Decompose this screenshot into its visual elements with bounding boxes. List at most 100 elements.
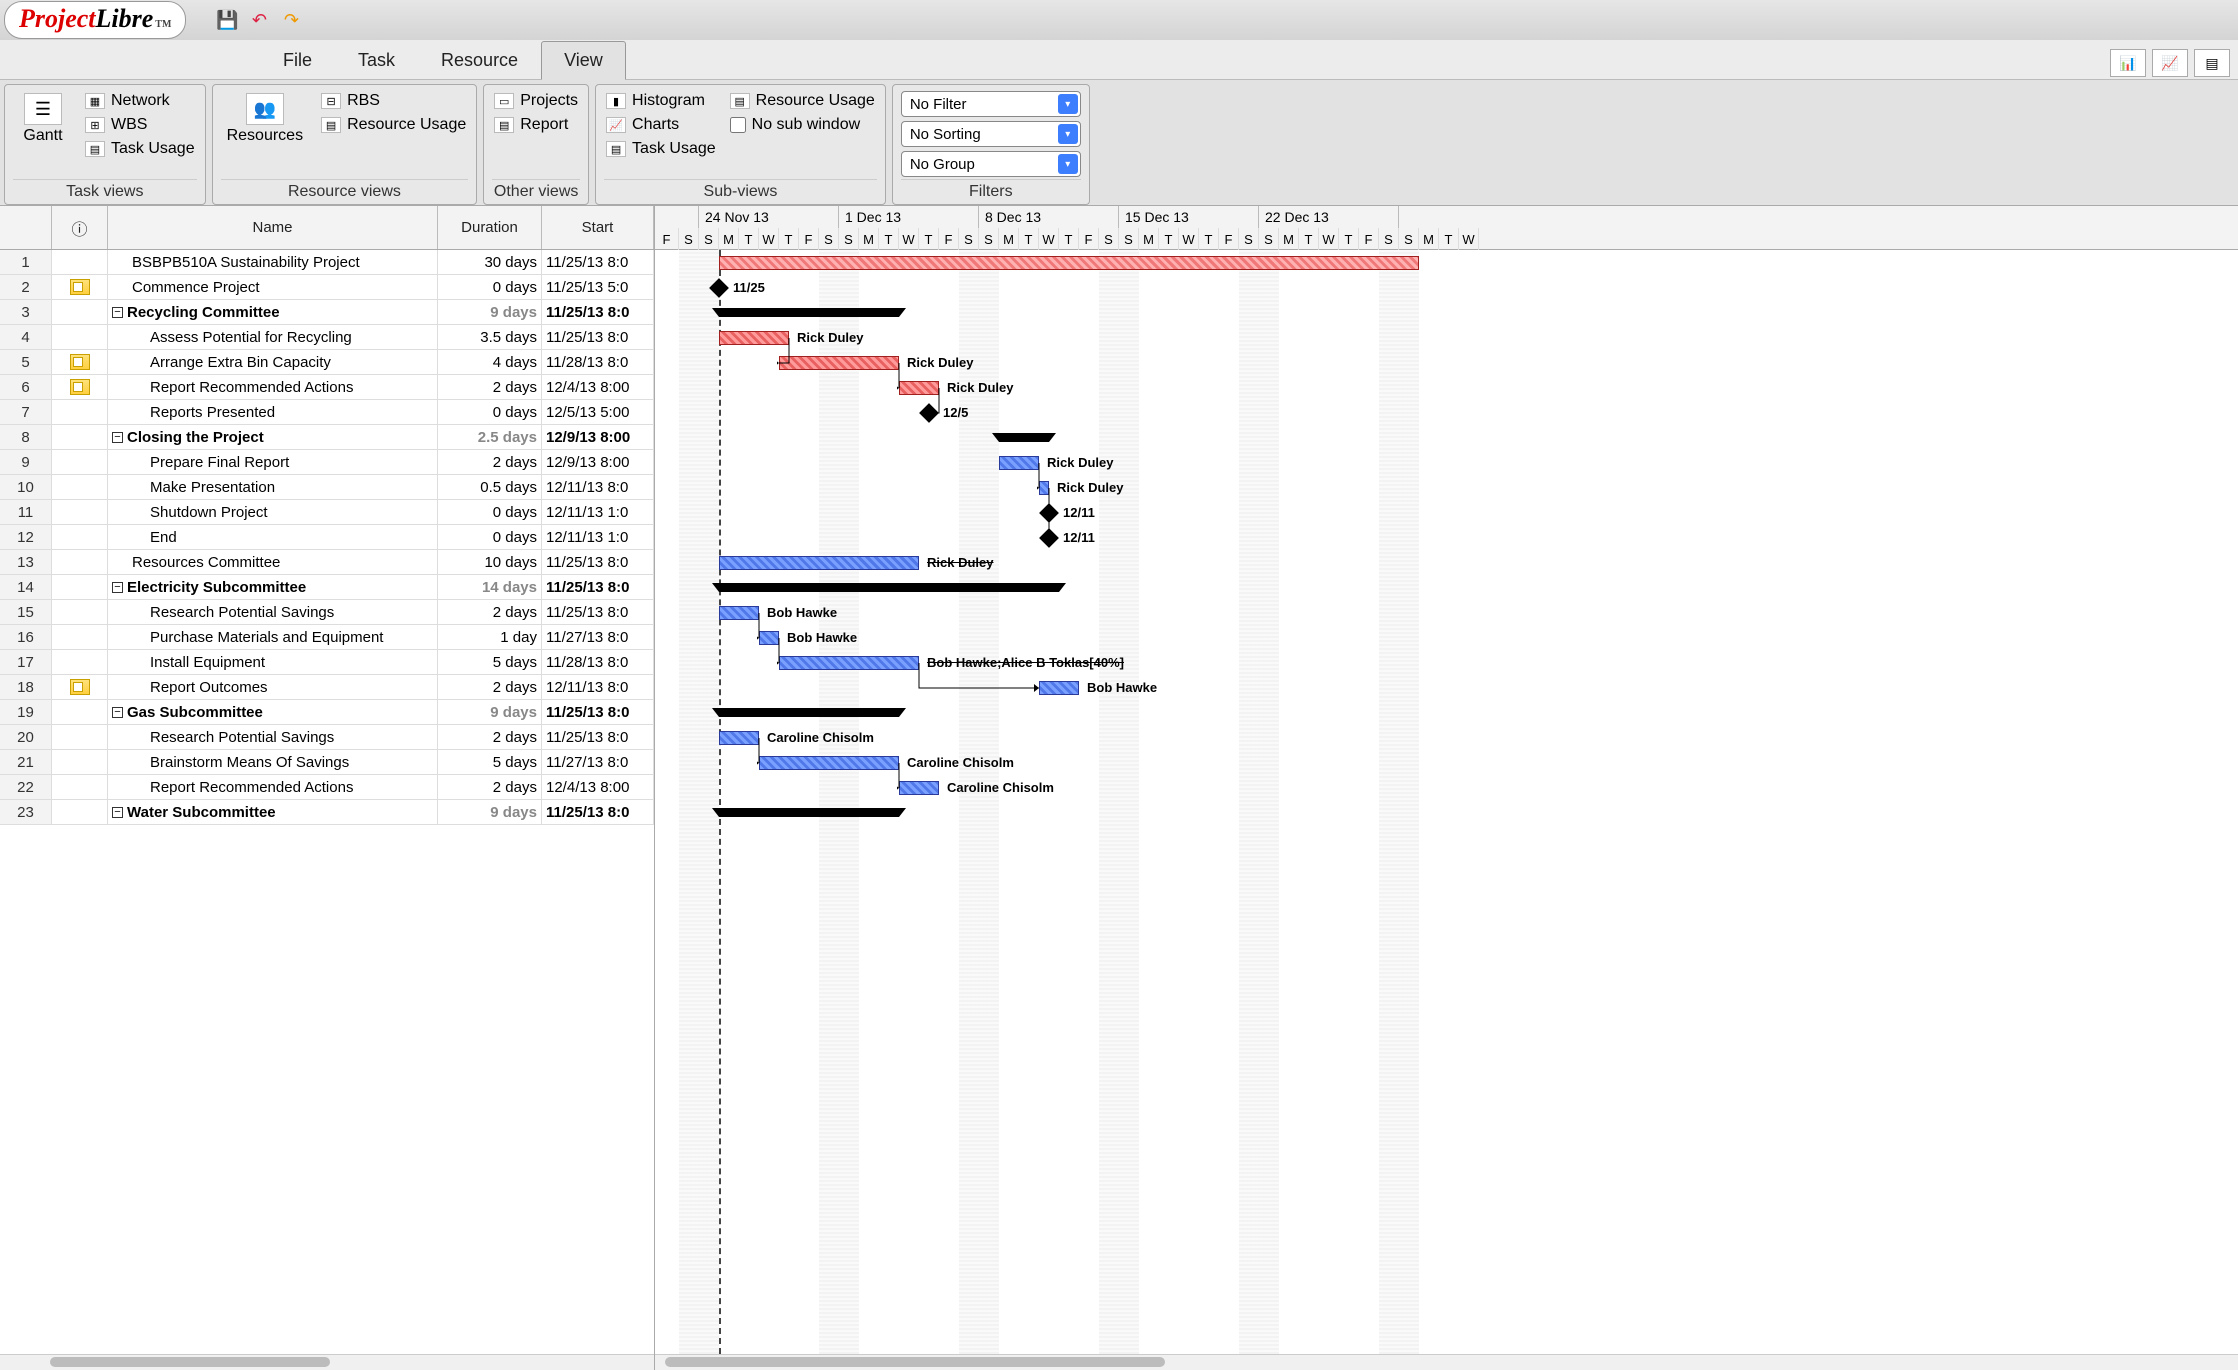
- cell-duration[interactable]: 2 days: [438, 675, 542, 699]
- cell-name[interactable]: −Gas Subcommittee: [108, 700, 438, 724]
- cell-duration[interactable]: 2 days: [438, 375, 542, 399]
- undo-icon[interactable]: ↶: [248, 9, 270, 31]
- outline-collapse-icon[interactable]: −: [112, 707, 123, 718]
- tab-task[interactable]: Task: [335, 41, 418, 80]
- outline-collapse-icon[interactable]: −: [112, 582, 123, 593]
- cell-start[interactable]: 11/25/13 8:0: [542, 700, 654, 724]
- gantt-milestone[interactable]: [1039, 528, 1059, 548]
- cell-duration[interactable]: 0 days: [438, 500, 542, 524]
- cell-start[interactable]: 11/25/13 8:0: [542, 250, 654, 274]
- row-number[interactable]: 2: [0, 275, 52, 299]
- table-row[interactable]: 13Resources Committee10 days11/25/13 8:0: [0, 550, 654, 575]
- cell-duration[interactable]: 0 days: [438, 525, 542, 549]
- cell-duration[interactable]: 2.5 days: [438, 425, 542, 449]
- report-button[interactable]: ▤Report: [492, 115, 580, 135]
- cell-name[interactable]: Purchase Materials and Equipment: [108, 625, 438, 649]
- gantt-chart[interactable]: 11/25Rick DuleyRick DuleyRick Duley12/5R…: [655, 250, 2238, 1354]
- cell-name[interactable]: −Water Subcommittee: [108, 800, 438, 824]
- cell-duration[interactable]: 0.5 days: [438, 475, 542, 499]
- gantt-h-scrollbar[interactable]: [655, 1354, 2238, 1370]
- table-row[interactable]: 2 Commence Project0 days11/25/13 5:0: [0, 275, 654, 300]
- cell-start[interactable]: 11/25/13 8:0: [542, 575, 654, 599]
- cell-duration[interactable]: 10 days: [438, 550, 542, 574]
- tab-file[interactable]: File: [260, 41, 335, 80]
- chart-people-icon[interactable]: 📊: [2110, 49, 2146, 77]
- cell-duration[interactable]: 30 days: [438, 250, 542, 274]
- row-number[interactable]: 12: [0, 525, 52, 549]
- cell-name[interactable]: Arrange Extra Bin Capacity: [108, 350, 438, 374]
- cell-duration[interactable]: 9 days: [438, 700, 542, 724]
- row-number[interactable]: 17: [0, 650, 52, 674]
- gantt-task-bar[interactable]: [899, 781, 939, 795]
- table-row[interactable]: 18Report Outcomes2 days12/11/13 8:0: [0, 675, 654, 700]
- cell-name[interactable]: BSBPB510A Sustainability Project: [108, 250, 438, 274]
- cell-start[interactable]: 12/9/13 8:00: [542, 450, 654, 474]
- row-number[interactable]: 16: [0, 625, 52, 649]
- gantt-task-bar[interactable]: [719, 731, 759, 745]
- gantt-summary-bar[interactable]: [719, 308, 899, 317]
- table-row[interactable]: 23−Water Subcommittee9 days11/25/13 8:0: [0, 800, 654, 825]
- cell-duration[interactable]: 2 days: [438, 725, 542, 749]
- gantt-milestone[interactable]: [1039, 503, 1059, 523]
- cell-duration[interactable]: 3.5 days: [438, 325, 542, 349]
- subview-resource-usage-button[interactable]: ▤Resource Usage: [728, 91, 877, 111]
- row-number[interactable]: 10: [0, 475, 52, 499]
- table-row[interactable]: 6 Report Recommended Actions2 days12/4/13…: [0, 375, 654, 400]
- cell-start[interactable]: 11/28/13 8:0: [542, 650, 654, 674]
- cell-duration[interactable]: 1 day: [438, 625, 542, 649]
- histogram-button[interactable]: ▮Histogram: [604, 91, 718, 111]
- gantt-summary-bar[interactable]: [719, 583, 1059, 592]
- row-number[interactable]: 20: [0, 725, 52, 749]
- subview-task-usage-button[interactable]: ▤Task Usage: [604, 139, 718, 159]
- table-row[interactable]: 21Brainstorm Means Of Savings5 days11/27…: [0, 750, 654, 775]
- cell-duration[interactable]: 14 days: [438, 575, 542, 599]
- row-number[interactable]: 6: [0, 375, 52, 399]
- table-row[interactable]: 14−Electricity Subcommittee14 days11/25/…: [0, 575, 654, 600]
- cell-start[interactable]: 11/25/13 8:0: [542, 800, 654, 824]
- task-usage-button[interactable]: ▤Task Usage: [83, 139, 197, 159]
- gantt-task-bar[interactable]: [759, 756, 899, 770]
- cell-name[interactable]: Install Equipment: [108, 650, 438, 674]
- cell-start[interactable]: 11/25/13 8:0: [542, 550, 654, 574]
- row-number[interactable]: 15: [0, 600, 52, 624]
- table-row[interactable]: 20Research Potential Savings2 days11/25/…: [0, 725, 654, 750]
- gantt-milestone[interactable]: [919, 403, 939, 423]
- cell-name[interactable]: Commence Project: [108, 275, 438, 299]
- cell-duration[interactable]: 0 days: [438, 275, 542, 299]
- row-number[interactable]: 11: [0, 500, 52, 524]
- usage-table-icon[interactable]: ▤: [2194, 49, 2230, 77]
- cell-start[interactable]: 12/11/13 8:0: [542, 675, 654, 699]
- filter-combo[interactable]: No Filter▾: [901, 91, 1081, 117]
- resources-button[interactable]: 👥 Resources: [221, 89, 309, 149]
- cell-start[interactable]: 11/25/13 8:0: [542, 325, 654, 349]
- outline-collapse-icon[interactable]: −: [112, 807, 123, 818]
- cell-name[interactable]: −Electricity Subcommittee: [108, 575, 438, 599]
- wbs-button[interactable]: ⊞WBS: [83, 115, 197, 135]
- col-header-row-num[interactable]: [0, 206, 52, 249]
- gantt-task-bar[interactable]: [1039, 481, 1049, 495]
- cell-duration[interactable]: 5 days: [438, 650, 542, 674]
- col-header-indicator[interactable]: ⓘ: [52, 206, 108, 249]
- sort-combo[interactable]: No Sorting▾: [901, 121, 1081, 147]
- gantt-task-bar[interactable]: [719, 331, 789, 345]
- cell-duration[interactable]: 9 days: [438, 300, 542, 324]
- table-row[interactable]: 16Purchase Materials and Equipment1 day1…: [0, 625, 654, 650]
- cell-start[interactable]: 11/25/13 5:0: [542, 275, 654, 299]
- cell-name[interactable]: Make Presentation: [108, 475, 438, 499]
- projects-button[interactable]: ▭Projects: [492, 91, 580, 111]
- cell-start[interactable]: 12/11/13 1:0: [542, 500, 654, 524]
- cell-name[interactable]: Report Recommended Actions: [108, 375, 438, 399]
- gantt-task-bar[interactable]: [1039, 681, 1079, 695]
- row-number[interactable]: 21: [0, 750, 52, 774]
- cell-name[interactable]: −Recycling Committee: [108, 300, 438, 324]
- row-number[interactable]: 8: [0, 425, 52, 449]
- cell-name[interactable]: Report Outcomes: [108, 675, 438, 699]
- charts-button[interactable]: 📈Charts: [604, 115, 718, 135]
- col-header-duration[interactable]: Duration: [438, 206, 542, 249]
- table-row[interactable]: 15Research Potential Savings2 days11/25/…: [0, 600, 654, 625]
- gantt-summary-bar[interactable]: [999, 433, 1049, 442]
- cell-name[interactable]: −Closing the Project: [108, 425, 438, 449]
- row-number[interactable]: 4: [0, 325, 52, 349]
- cell-start[interactable]: 12/4/13 8:00: [542, 375, 654, 399]
- cell-start[interactable]: 12/5/13 5:00: [542, 400, 654, 424]
